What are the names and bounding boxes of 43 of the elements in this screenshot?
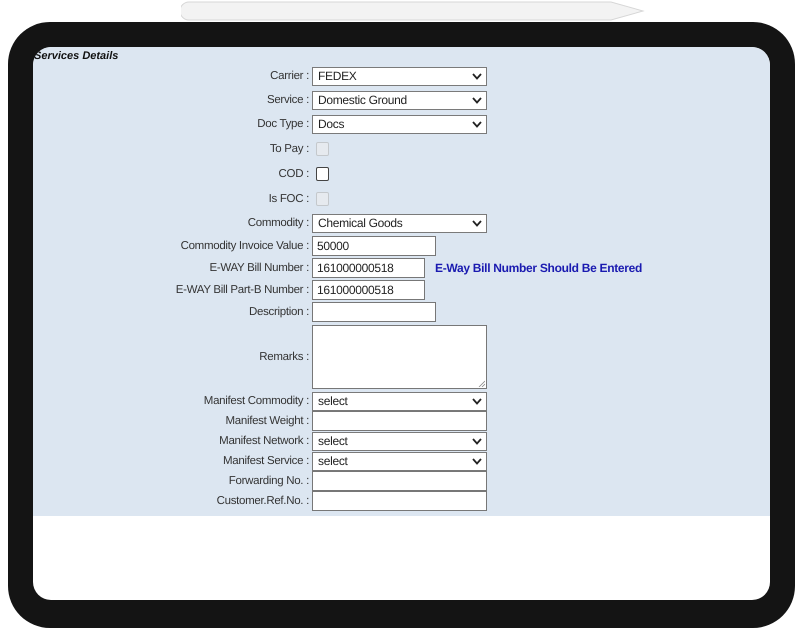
dropdown-field[interactable]: Docs — [312, 114, 487, 134]
field-label: Manifest Network : — [218, 435, 310, 447]
input-field[interactable]: 161000000518 — [312, 258, 425, 278]
field-label: Commodity : — [246, 217, 310, 229]
field-label: Service : — [266, 94, 310, 106]
input-field[interactable] — [312, 302, 436, 322]
resize-grip-icon — [478, 380, 485, 387]
chevron-down-icon — [472, 72, 482, 80]
field-label: Is FOC : — [268, 192, 310, 204]
chevron-down-icon — [472, 458, 482, 464]
chevron-down-icon — [472, 398, 482, 404]
field-label: E-WAY Bill Number : — [208, 262, 310, 274]
dropdown-field[interactable]: Domestic Ground — [312, 90, 487, 110]
remarks-field[interactable] — [312, 325, 487, 389]
chevron-down-icon — [472, 120, 482, 128]
input-field[interactable] — [312, 491, 487, 511]
input-field[interactable]: 161000000518 — [312, 280, 425, 300]
dropdown-field[interactable]: select — [312, 452, 487, 470]
field-label: Manifest Weight : — [224, 415, 310, 427]
field-label: Manifest Service : — [222, 455, 310, 467]
chevron-down-icon — [472, 96, 482, 104]
field-label: Forwarding No. : — [228, 475, 310, 487]
field-label: Customer.Ref.No. : — [216, 495, 310, 507]
field-label: E-WAY Bill Part-B Number : — [174, 284, 310, 296]
field-label: Manifest Commodity : — [202, 395, 310, 407]
field-label: Commodity Invoice Value : — [180, 240, 310, 252]
input-field[interactable] — [312, 471, 487, 491]
field-label: To Pay : — [268, 142, 310, 154]
dropdown-field[interactable]: select — [312, 392, 487, 410]
input-field[interactable] — [312, 411, 487, 431]
chevron-down-icon — [472, 220, 482, 226]
input-field[interactable]: 50000 — [312, 236, 436, 256]
dropdown-field[interactable]: FEDEX — [312, 66, 487, 86]
checkbox[interactable] — [316, 166, 329, 180]
field-label: Carrier : — [269, 70, 310, 82]
field-label: Doc Type : — [256, 118, 310, 130]
chevron-down-icon — [472, 438, 482, 444]
field-label: Description : — [248, 306, 310, 318]
field-label: COD : — [278, 168, 310, 180]
validation-message: E-Way Bill Number Should Be Entered — [435, 261, 642, 275]
dropdown-field[interactable]: select — [312, 432, 487, 450]
dropdown-field[interactable]: Chemical Goods — [312, 214, 487, 232]
field-label: Remarks : — [258, 351, 310, 363]
